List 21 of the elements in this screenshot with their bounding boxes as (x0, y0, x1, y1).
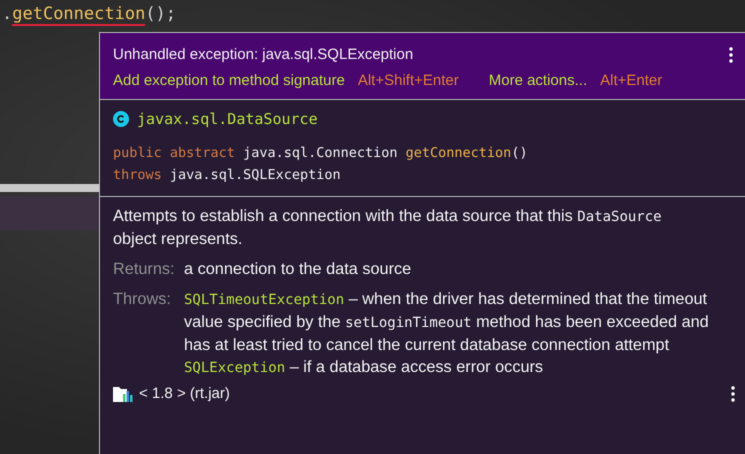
code-line: .getConnection(); (1, 3, 176, 24)
throws-label: Throws: (113, 289, 172, 310)
library-icon (113, 386, 133, 402)
more-options-icon[interactable] (729, 46, 733, 62)
library-label: < 1.8 > (rt.jar) (139, 385, 230, 402)
scrollbar[interactable] (0, 184, 99, 192)
quick-fix-link[interactable]: More actions... (488, 72, 588, 89)
returns-text: a connection to the data source (184, 259, 412, 280)
shortcut-hint: Alt+Enter (600, 72, 662, 89)
class-name: javax.sql.DataSource (137, 110, 318, 128)
quick-fix-link[interactable]: Add exception to method signature (113, 72, 345, 89)
returns-label: Returns: (113, 259, 176, 280)
more-options-icon[interactable] (731, 386, 735, 402)
throws-text: SQLException – if a database access error occurs (184, 357, 544, 378)
method-signature: throws java.sql.SQLException (113, 166, 342, 185)
method-signature: public abstract java.sql.Connection getConnection() (113, 144, 529, 163)
class-icon (113, 111, 129, 127)
throws-text: SQLTimeoutException – when the driver has determined that the timeout value specified by the setLoginTimeout method has been exceeded and has at least tried to cancel the current database connection attempt (184, 289, 709, 356)
shortcut-hint: Alt+Shift+Enter (358, 72, 459, 89)
error-message: Unhandled exception: java.sql.SQLException (113, 46, 414, 63)
description-text: Attempts to establish a connection with the data source that this DataSource object represents. (113, 206, 663, 250)
